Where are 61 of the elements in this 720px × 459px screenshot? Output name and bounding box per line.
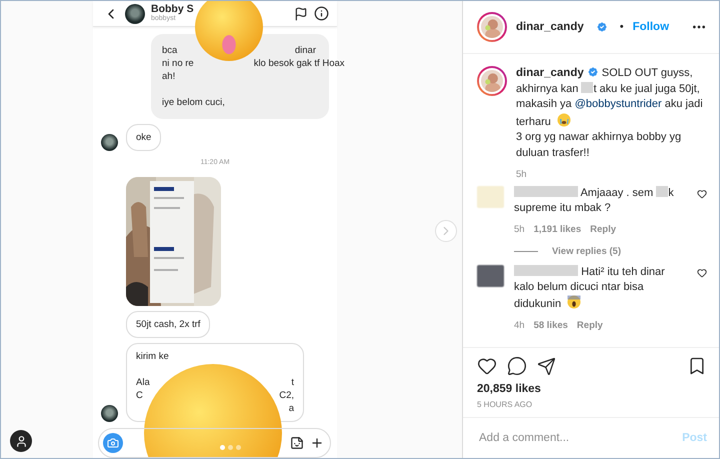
sticker-icon[interactable]: [290, 436, 304, 450]
info-icon[interactable]: [314, 6, 329, 21]
redaction-block: [514, 186, 578, 197]
flag-icon[interactable]: [294, 6, 308, 20]
redaction-block: [656, 186, 668, 197]
share-icon[interactable]: [537, 356, 556, 376]
message-text: C2,: [279, 389, 294, 402]
message-text: dinar: [294, 44, 316, 57]
post-time: 5 HOURS AGO: [477, 400, 534, 409]
plus-icon[interactable]: [310, 436, 324, 450]
emoji-sticker-icon: [195, 1, 263, 61]
caption-text: dinar_candy SOLD OUT guyss, akhirnya kan t aku ke jual juga 50jt, makasih ya @bobbystuntrider aku jadi terharu 3 org yg nawar akhirnya bobby yg duluan trasfer!!: [516, 66, 704, 160]
mention-link[interactable]: @bobbystuntrider: [574, 98, 662, 110]
comment-text: Hati² itu teh dinar kalo belum dicuci ntar bisa didukunin: [514, 265, 666, 312]
contact-avatar: [101, 405, 118, 422]
like-icon[interactable]: [477, 356, 497, 376]
post-age: 5h: [516, 169, 528, 180]
tagged-people-button[interactable]: [10, 430, 32, 452]
comment-text: Amjaaay . sem k supreme itu mbak ?: [514, 186, 675, 216]
like-icon[interactable]: [697, 189, 707, 199]
comment-icon[interactable]: [507, 356, 527, 376]
camera-icon: [107, 437, 119, 449]
message-text: klo besok gak tf Hoax: [254, 57, 345, 70]
comment-age: 4h: [514, 319, 525, 333]
message-text: ah!: [162, 70, 176, 83]
profile-avatar[interactable]: [477, 12, 507, 42]
crying-emoji-icon: [556, 112, 571, 126]
message-text: C: [136, 389, 143, 402]
camera-button[interactable]: [103, 433, 123, 453]
message-text: iye belom cuci,: [162, 96, 225, 109]
message-text: Ala: [136, 376, 150, 389]
carousel-dot[interactable]: [228, 445, 233, 450]
username-link[interactable]: dinar_candy: [516, 67, 584, 79]
reply-button[interactable]: Reply: [576, 318, 603, 333]
message-text: 50jt cash, 2x trf: [136, 318, 200, 331]
contact-avatar: [125, 4, 145, 24]
message-text: kirim ke: [136, 350, 169, 363]
comment-likes[interactable]: 58 likes: [534, 318, 568, 333]
message-text: ni no re: [162, 57, 194, 70]
profile-avatar[interactable]: [477, 66, 507, 96]
username-link[interactable]: dinar_candy: [516, 21, 584, 33]
separator-dot: •: [620, 21, 624, 33]
carousel-dot[interactable]: [236, 445, 241, 450]
message-text: oke: [136, 131, 152, 144]
redaction-block: [581, 82, 594, 92]
screaming-emoji-icon: [567, 295, 582, 309]
carousel-dot[interactable]: [220, 445, 225, 450]
message-text: t: [291, 376, 294, 389]
person-icon: [14, 434, 28, 448]
follow-button[interactable]: Follow: [632, 21, 670, 33]
comment-likes[interactable]: 1,191 likes: [534, 222, 582, 237]
contact-avatar: [101, 134, 118, 151]
like-icon[interactable]: [697, 268, 707, 278]
redaction-block: [514, 265, 578, 276]
view-replies-button[interactable]: View replies (5): [514, 246, 621, 257]
contact-name: Bobby S: [151, 4, 195, 16]
message-text: a: [288, 402, 294, 415]
reply-button[interactable]: Reply: [590, 222, 616, 237]
likes-count[interactable]: 20,859 likes: [477, 383, 707, 395]
message-text: bca: [162, 44, 178, 57]
comment-age: 5h: [514, 223, 525, 237]
